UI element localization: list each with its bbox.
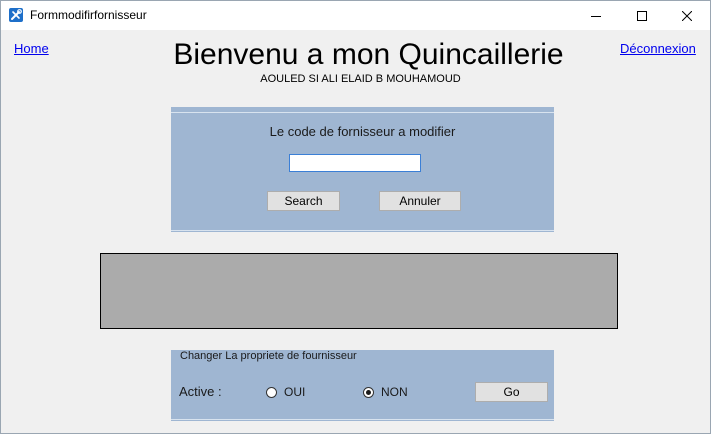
minimize-button[interactable] bbox=[573, 1, 619, 30]
active-label: Active : bbox=[179, 384, 222, 399]
close-button[interactable] bbox=[664, 1, 710, 30]
radio-selected-dot bbox=[366, 390, 371, 395]
maximize-button[interactable] bbox=[619, 1, 665, 30]
cancel-button[interactable]: Annuler bbox=[379, 191, 461, 211]
go-button[interactable]: Go bbox=[475, 382, 548, 402]
panel-divider bbox=[171, 230, 554, 231]
page-title: Bienvenu a mon Quincaillerie bbox=[173, 38, 564, 71]
search-panel: Le code de fornisseur a modifier Search … bbox=[171, 107, 554, 232]
maximize-icon bbox=[637, 10, 647, 21]
app-window: Formmodifirfornisseur Home Déconnexion B… bbox=[0, 0, 711, 434]
search-button[interactable]: Search bbox=[267, 191, 340, 211]
property-group-title: Changer La propriete de fournisseur bbox=[179, 350, 358, 362]
radio-non-label[interactable]: NON bbox=[381, 385, 408, 399]
close-icon bbox=[682, 10, 692, 21]
minimize-icon bbox=[591, 15, 601, 17]
tools-icon bbox=[9, 8, 23, 22]
panel-divider bbox=[171, 112, 554, 113]
window-title: Formmodifirfornisseur bbox=[30, 8, 147, 22]
supplier-data-grid[interactable] bbox=[100, 253, 618, 329]
radio-oui-label[interactable]: OUI bbox=[284, 385, 305, 399]
panel-divider bbox=[171, 419, 554, 420]
supplier-code-input[interactable] bbox=[289, 154, 421, 172]
title-bar[interactable]: Formmodifirfornisseur bbox=[1, 1, 710, 30]
radio-non[interactable] bbox=[363, 387, 374, 398]
radio-oui[interactable] bbox=[266, 387, 277, 398]
property-panel: Changer La propriete de fournisseur Acti… bbox=[171, 350, 554, 421]
page-subtitle: AOULED SI ALI ELAID B MOUHAMOUD bbox=[260, 73, 461, 85]
supplier-code-label: Le code de fornisseur a modifier bbox=[269, 124, 456, 139]
